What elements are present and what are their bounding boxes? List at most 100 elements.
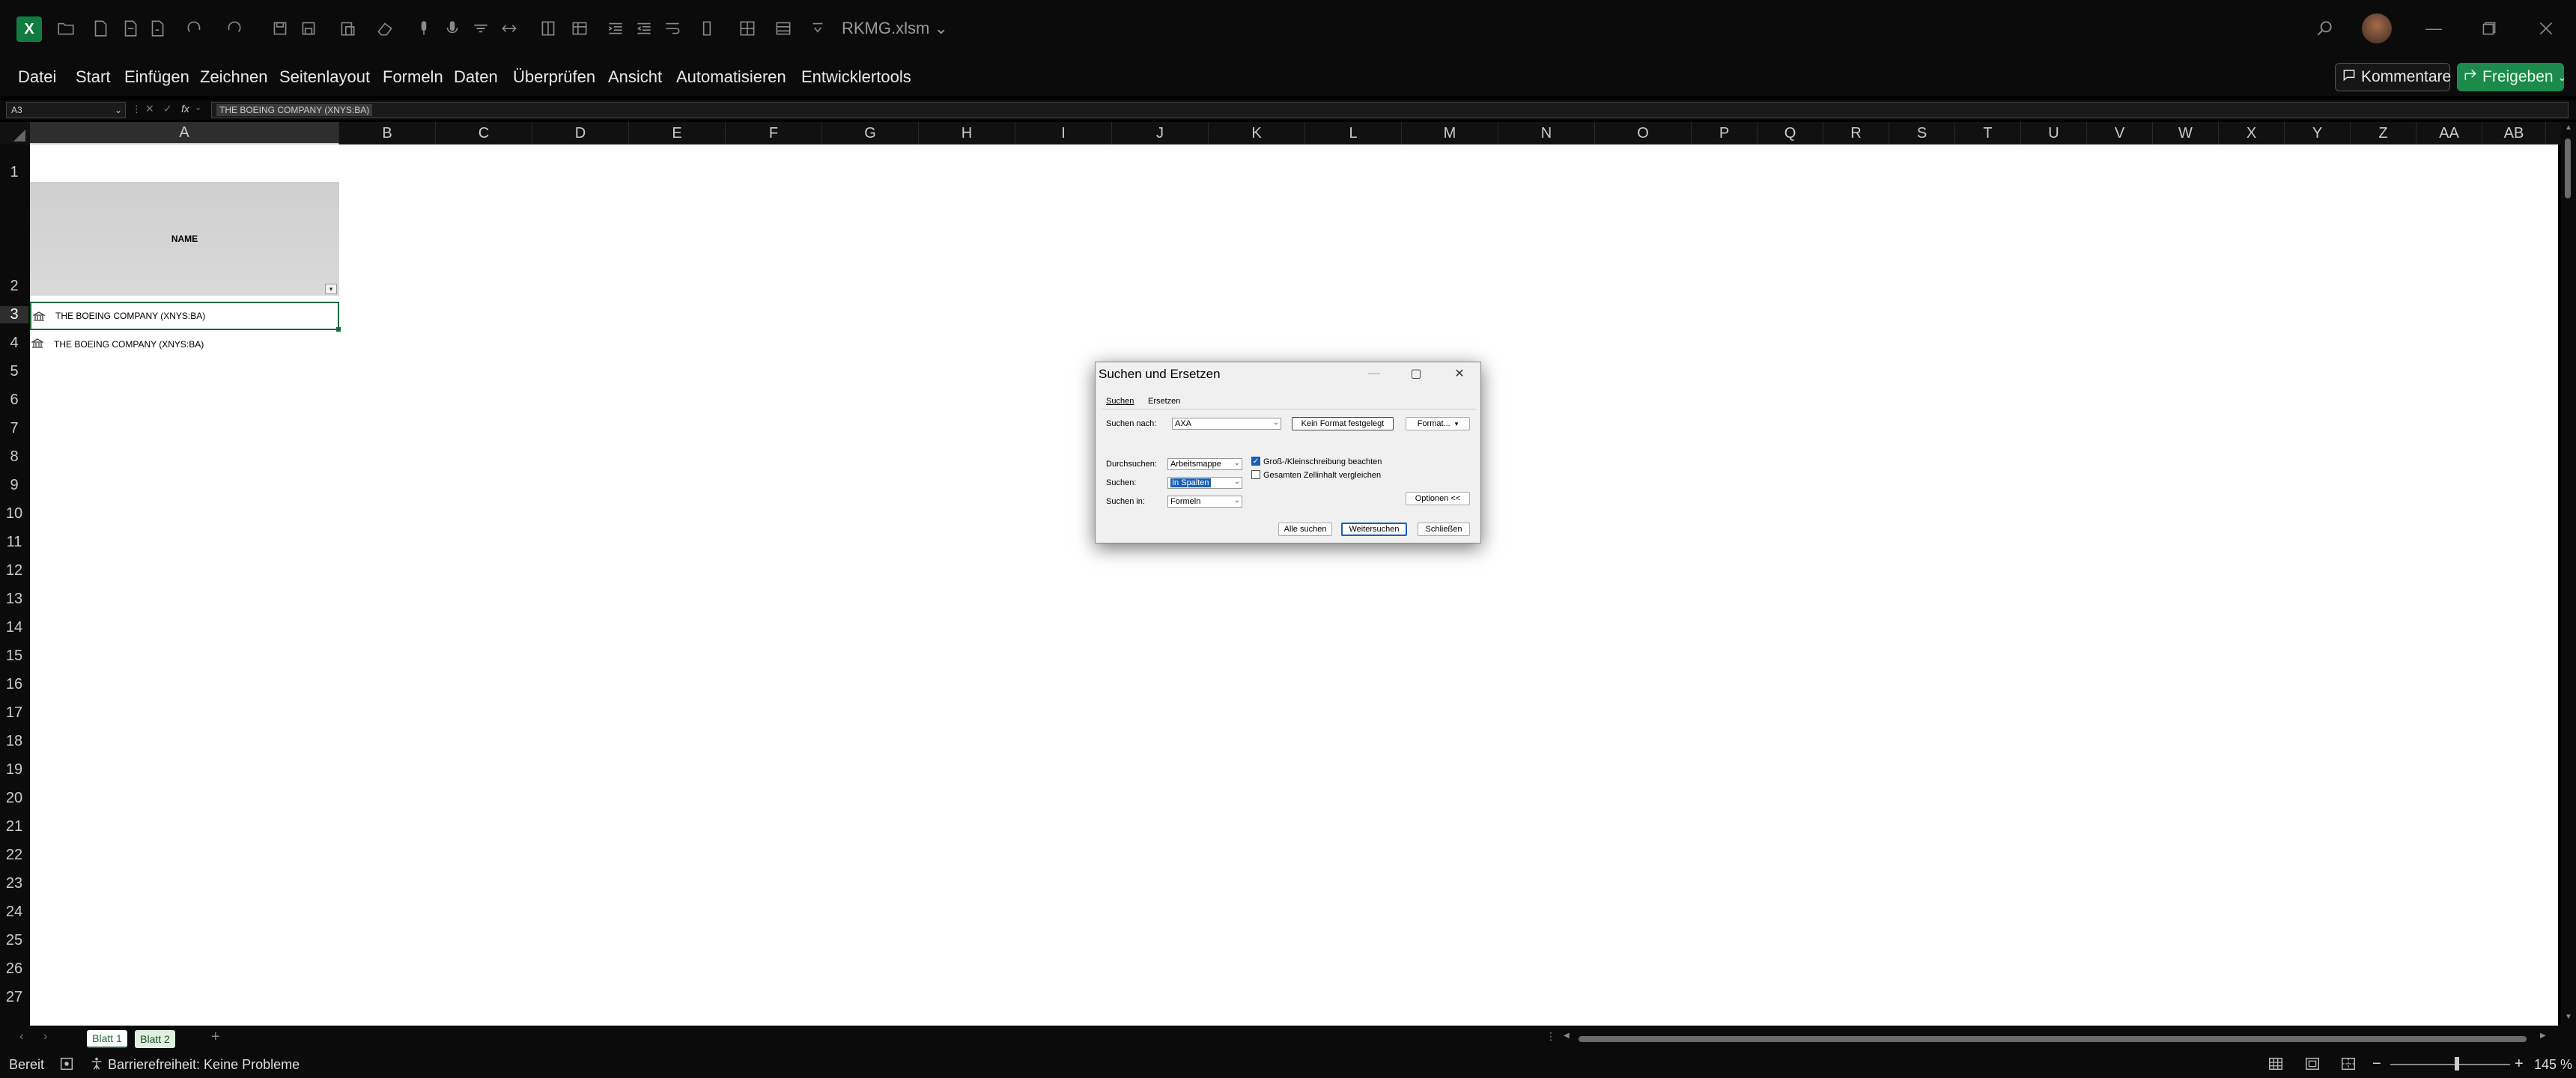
column-header[interactable]: J bbox=[1112, 122, 1209, 144]
cancel-icon[interactable]: ✕ bbox=[145, 103, 154, 115]
row-header[interactable]: 14 bbox=[0, 619, 28, 636]
table-icon[interactable] bbox=[569, 18, 590, 39]
chevron-down-icon[interactable]: ⌄ bbox=[2558, 71, 2567, 84]
find-next-button[interactable]: Weitersuchen bbox=[1341, 523, 1407, 536]
chevron-down-icon[interactable]: ⌄ bbox=[195, 103, 201, 112]
cell-a3[interactable]: THE BOEING COMPANY (XNYS:BA) bbox=[30, 302, 339, 330]
tab-ansicht[interactable]: Ansicht bbox=[608, 67, 662, 87]
cell-a4[interactable]: THE BOEING COMPANY (XNYS:BA) bbox=[30, 330, 339, 359]
column-header[interactable]: O bbox=[1595, 122, 1692, 144]
column-header[interactable]: A bbox=[30, 122, 339, 144]
tab-zeichnen[interactable]: Zeichnen bbox=[200, 67, 268, 87]
tab-daten[interactable]: Daten bbox=[454, 67, 498, 87]
document-title[interactable]: RKMG.xlsm ⌄ bbox=[842, 19, 948, 38]
find-all-button[interactable]: Alle suchen bbox=[1278, 523, 1332, 536]
tab-ueberpruefen[interactable]: Überprüfen bbox=[513, 67, 595, 87]
close-icon[interactable]: ✕ bbox=[1452, 366, 1467, 381]
column-header[interactable]: S bbox=[1889, 122, 1955, 144]
column-header[interactable]: W bbox=[2153, 122, 2219, 144]
minimize-icon[interactable]: — bbox=[2423, 18, 2444, 39]
format-table-icon[interactable] bbox=[773, 18, 794, 39]
paste-icon[interactable] bbox=[337, 18, 358, 39]
filter-dropdown-icon[interactable]: ▾ bbox=[325, 284, 337, 294]
tab-datei[interactable]: Datei bbox=[18, 67, 56, 87]
row-header[interactable]: 12 bbox=[0, 562, 28, 579]
indent-icon[interactable] bbox=[605, 18, 626, 39]
row-header[interactable]: 26 bbox=[0, 960, 28, 978]
row-header[interactable]: 2 bbox=[0, 278, 28, 295]
row-header[interactable]: 18 bbox=[0, 733, 28, 750]
tab-entwicklertools[interactable]: Entwicklertools bbox=[801, 67, 911, 87]
tab-automatisieren[interactable]: Automatisieren bbox=[676, 67, 786, 87]
row-header[interactable]: 13 bbox=[0, 591, 28, 608]
column-header[interactable]: Y bbox=[2285, 122, 2351, 144]
microphone-alt-icon[interactable] bbox=[442, 18, 463, 39]
new-file-icon[interactable] bbox=[90, 18, 111, 39]
save-as-icon[interactable] bbox=[147, 18, 168, 39]
entire-cell-checkbox[interactable] bbox=[1251, 470, 1260, 479]
sheet-tab-blatt-1[interactable]: Blatt 1 bbox=[87, 1030, 127, 1048]
restore-icon[interactable] bbox=[2479, 18, 2500, 39]
column-header[interactable]: F bbox=[726, 122, 822, 144]
prev-sheet-icon[interactable]: ‹ bbox=[19, 1030, 23, 1044]
row-header[interactable]: 20 bbox=[0, 790, 28, 807]
row-header[interactable]: 4 bbox=[0, 335, 28, 352]
column-header[interactable]: I bbox=[1015, 122, 1112, 144]
redo-icon[interactable] bbox=[184, 18, 205, 39]
row-header[interactable]: 17 bbox=[0, 704, 28, 722]
macro-record-icon[interactable] bbox=[58, 1056, 75, 1076]
column-header[interactable]: R bbox=[1823, 122, 1889, 144]
customize-toolbar-icon[interactable] bbox=[807, 18, 828, 39]
tab-seitenlayout[interactable]: Seitenlayout bbox=[279, 67, 370, 87]
copy-file-icon[interactable] bbox=[120, 18, 141, 39]
row-header[interactable]: 23 bbox=[0, 875, 28, 892]
open-folder-icon[interactable] bbox=[55, 18, 76, 39]
worksheet-grid[interactable]: NAME ▾ THE BOEING COMPANY (XNYS:BA) THE … bbox=[30, 144, 2558, 1026]
avatar[interactable] bbox=[2362, 13, 2392, 43]
column-header[interactable]: V bbox=[2087, 122, 2153, 144]
row-header[interactable]: 19 bbox=[0, 761, 28, 779]
row-header[interactable]: 10 bbox=[0, 505, 28, 523]
undo-icon[interactable] bbox=[223, 18, 244, 39]
column-header[interactable]: M bbox=[1402, 122, 1498, 144]
zoom-slider-thumb[interactable] bbox=[2455, 1057, 2459, 1071]
formula-input[interactable]: THE BOEING COMPANY (XNYS:BA) bbox=[211, 102, 2569, 118]
scroll-up-icon[interactable]: ▲ bbox=[2565, 124, 2572, 132]
column-header[interactable]: G bbox=[822, 122, 919, 144]
maximize-icon[interactable]: ▢ bbox=[1409, 366, 1424, 381]
zoom-level[interactable]: 145 % bbox=[2534, 1057, 2572, 1073]
sheet-tab-blatt-2[interactable]: Blatt 2 bbox=[135, 1030, 175, 1048]
merge-icon[interactable] bbox=[499, 18, 520, 39]
accessibility-status[interactable]: Barrierefreiheit: Keine Probleme bbox=[108, 1057, 300, 1073]
format-button[interactable]: Format... ▾ bbox=[1406, 417, 1470, 430]
row-header[interactable]: 25 bbox=[0, 932, 28, 949]
tab-formeln[interactable]: Formeln bbox=[383, 67, 443, 87]
row-header[interactable]: 9 bbox=[0, 477, 28, 494]
column-header[interactable]: AA bbox=[2416, 122, 2482, 144]
search-select[interactable]: In Spalten ⌄ bbox=[1167, 477, 1242, 489]
row-header[interactable]: 22 bbox=[0, 847, 28, 864]
accessibility-icon[interactable] bbox=[88, 1056, 105, 1076]
row-header[interactable]: 11 bbox=[0, 534, 28, 551]
page-break-icon[interactable] bbox=[2339, 1056, 2357, 1076]
row-header[interactable]: 27 bbox=[0, 989, 28, 1006]
outdent-icon[interactable] bbox=[634, 18, 654, 39]
column-header[interactable]: N bbox=[1498, 122, 1595, 144]
vertical-scrollbar[interactable]: ▲ ▼ bbox=[2561, 122, 2576, 1026]
zoom-in-icon[interactable]: + bbox=[2515, 1056, 2524, 1073]
fill-handle[interactable] bbox=[336, 327, 341, 332]
close-icon[interactable] bbox=[2536, 18, 2557, 39]
comments-button[interactable]: Kommentare bbox=[2335, 63, 2451, 91]
column-header[interactable]: X bbox=[2219, 122, 2285, 144]
row-header[interactable]: 21 bbox=[0, 818, 28, 835]
tab-start[interactable]: Start bbox=[76, 67, 110, 87]
normal-view-icon[interactable] bbox=[2267, 1056, 2285, 1076]
column-header[interactable]: B bbox=[339, 122, 436, 144]
column-header[interactable]: L bbox=[1305, 122, 1402, 144]
scroll-down-icon[interactable]: ▼ bbox=[2565, 1013, 2572, 1021]
lookin-select[interactable]: Formeln ⌄ bbox=[1167, 496, 1242, 508]
grid-icon[interactable] bbox=[737, 18, 758, 39]
scroll-left-icon[interactable]: ◀ bbox=[1564, 1032, 1570, 1040]
within-select[interactable]: Arbeitsmappe ⌄ bbox=[1167, 458, 1242, 470]
horizontal-scroll-thumb[interactable] bbox=[1579, 1036, 2527, 1042]
